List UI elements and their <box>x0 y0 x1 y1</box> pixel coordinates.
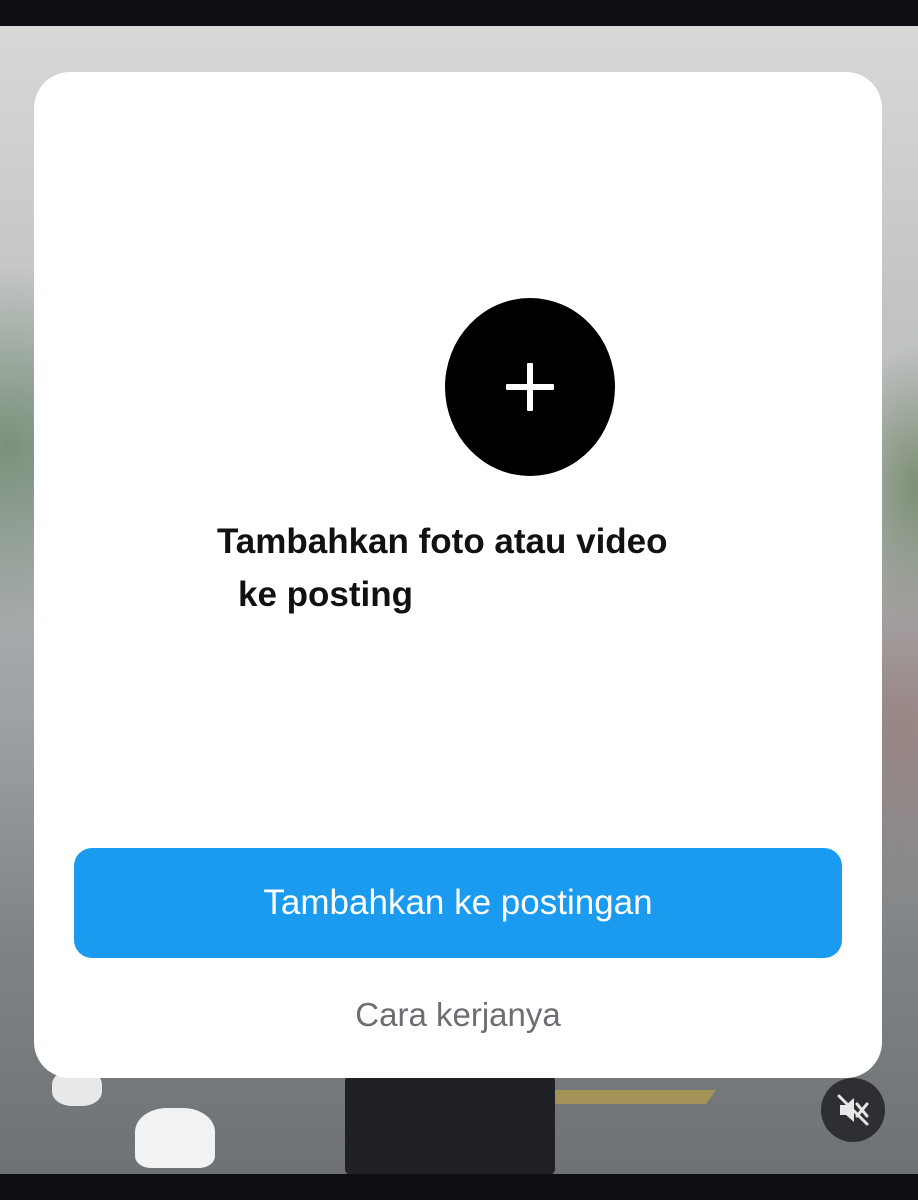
top-status-strip <box>0 0 918 26</box>
add-media-button[interactable] <box>445 298 615 476</box>
plus-icon <box>506 363 554 411</box>
dialog-prompt-line-2: ke posting <box>238 575 414 614</box>
mute-toggle-button[interactable] <box>821 1078 885 1142</box>
background-shoe <box>135 1108 215 1168</box>
background-pedestrian <box>345 1075 555 1175</box>
how-it-works-link[interactable]: Cara kerjanya <box>74 996 842 1034</box>
speaker-muted-icon <box>837 1094 869 1126</box>
dialog-prompt-line-1: Tambahkan foto atau video <box>217 522 668 561</box>
add-to-post-button[interactable]: Tambahkan ke postingan <box>74 848 842 958</box>
bottom-status-strip <box>0 1174 918 1200</box>
